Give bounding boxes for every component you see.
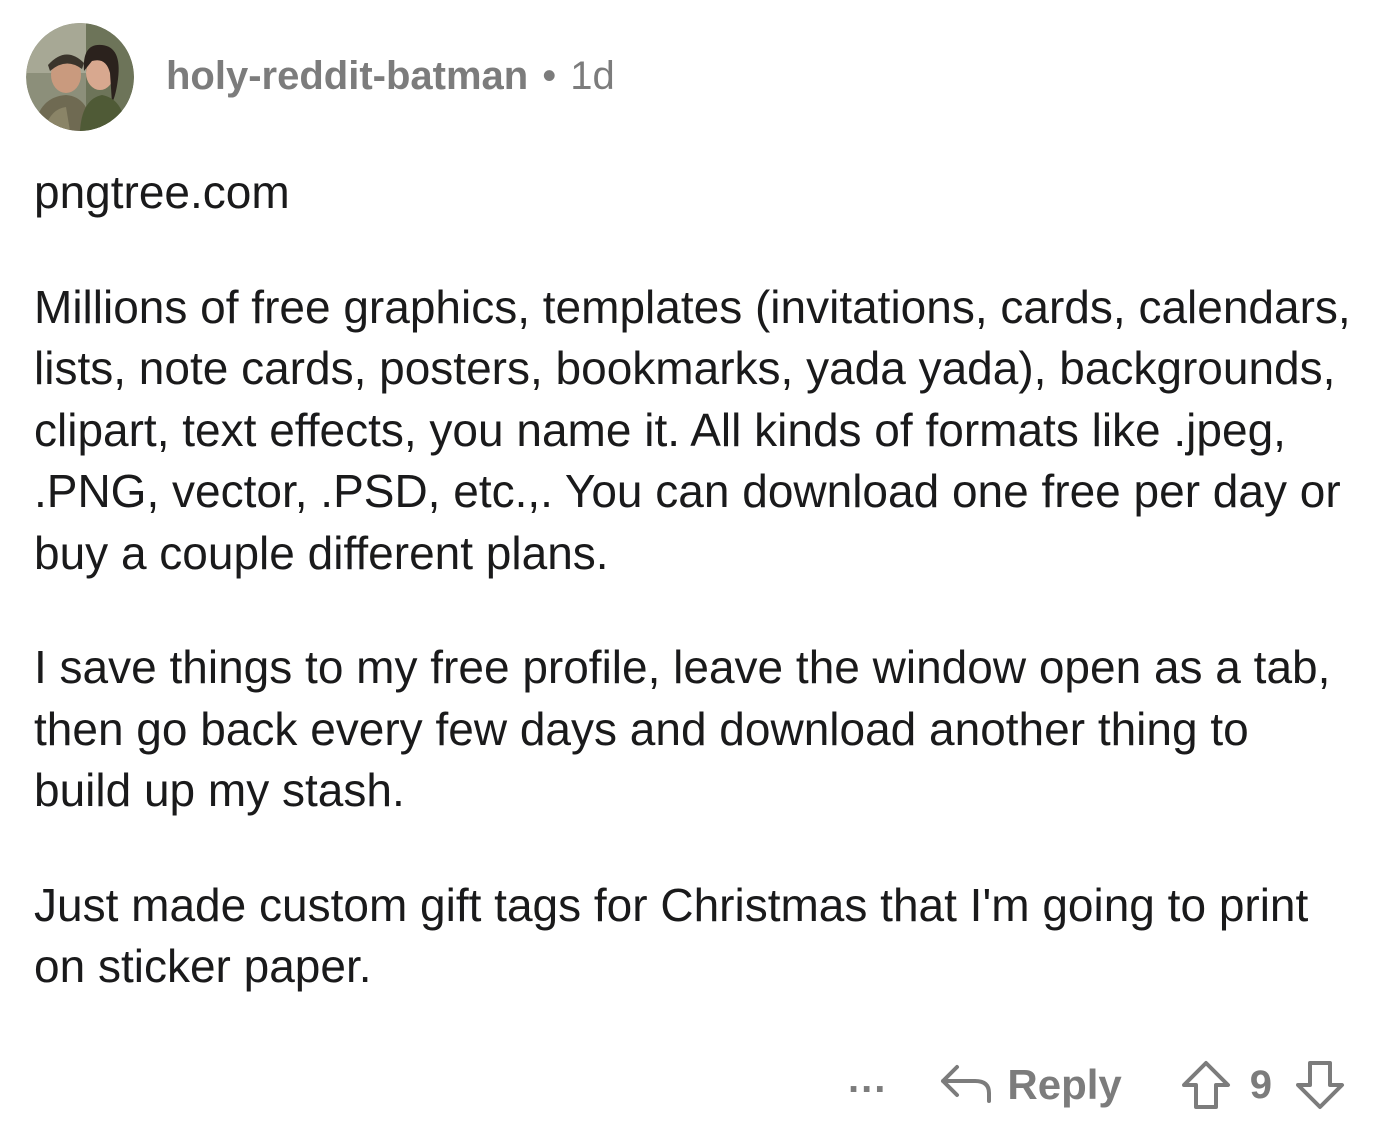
more-options-button[interactable]: ... [840, 1057, 895, 1102]
downvote-arrow-icon[interactable] [1294, 1059, 1346, 1111]
comment-body: pngtree.com Millions of free graphics, t… [34, 162, 1354, 1051]
comment: holy-reddit-batman • 1d pngtree.com Mill… [0, 0, 1374, 1142]
meta-separator: • [542, 53, 557, 98]
reply-arrow-icon [939, 1061, 1007, 1110]
comment-meta: holy-reddit-batman • 1d [166, 54, 615, 99]
author-username[interactable]: holy-reddit-batman [166, 54, 528, 99]
comment-paragraph: Just made custom gift tags for Christmas… [34, 878, 1309, 993]
comment-header: holy-reddit-batman • 1d [26, 22, 615, 132]
vote-count: 9 [1249, 1062, 1272, 1107]
vote-controls: 9 [1180, 1059, 1346, 1111]
avatar[interactable] [26, 23, 134, 131]
comment-paragraph: pngtree.com [34, 166, 290, 218]
comment-actions: ... Reply 9 [840, 1052, 1346, 1118]
reply-label: Reply [1007, 1061, 1122, 1108]
comment-paragraph: Millions of free graphics, templates (in… [34, 280, 1351, 579]
upvote-arrow-icon[interactable] [1180, 1059, 1232, 1111]
reply-button[interactable]: Reply [939, 1061, 1122, 1110]
comment-age[interactable]: 1d [570, 54, 615, 99]
comment-paragraph: I save things to my free profile, leave … [34, 641, 1331, 816]
